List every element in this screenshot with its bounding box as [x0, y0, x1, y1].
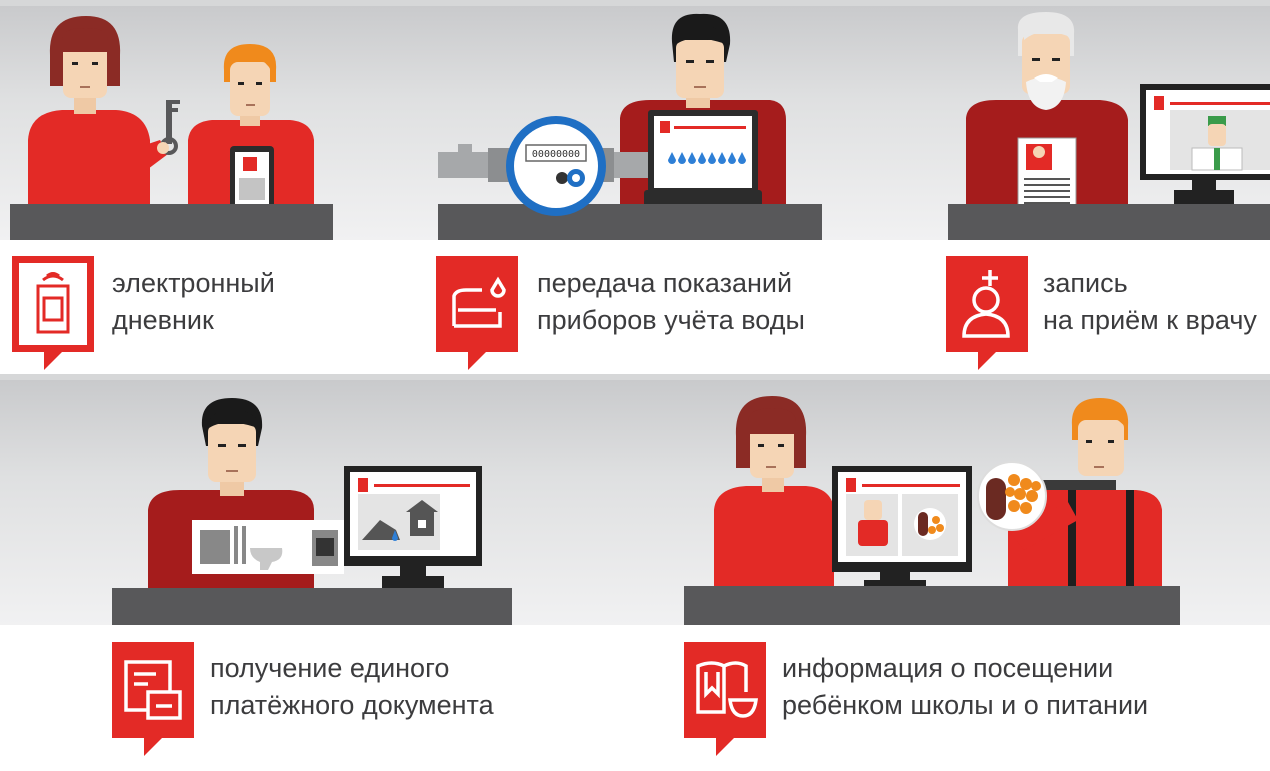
desk [948, 204, 1270, 240]
caption-line: на приём к врачу [1043, 305, 1257, 335]
payment-illustration [112, 398, 512, 625]
water-meter-illustration: 00000000 [438, 13, 822, 240]
school-id-card-icon [12, 256, 94, 370]
desk [684, 586, 1180, 625]
caption-line: электронный [112, 268, 275, 298]
payment-document-icon [112, 642, 194, 756]
caption-line: платёжного документа [210, 690, 494, 720]
doctor-icon [946, 256, 1028, 370]
school-illustration [684, 396, 1180, 625]
caption-line: приборов учёта воды [537, 305, 805, 335]
diary-illustration [10, 16, 333, 240]
caption-line: запись [1043, 268, 1128, 298]
caption-line: передача показаний [537, 268, 793, 298]
doctor-illustration [948, 12, 1270, 240]
desk [10, 204, 333, 240]
desk [438, 204, 822, 240]
desk [112, 588, 512, 625]
caption-school-info: информация о посещении ребёнком школы и … [782, 650, 1148, 724]
caption-line: информация о посещении [782, 653, 1114, 683]
caption-line: ребёнком школы и о питании [782, 690, 1149, 720]
caption-payment-document: получение единого платёжного документа [210, 650, 494, 724]
book-and-bowl-icon [684, 642, 766, 756]
caption-line: дневник [112, 305, 214, 335]
caption-doctor-appointment: запись на приём к врачу [1043, 265, 1257, 339]
meter-reading: 00000000 [532, 149, 580, 160]
water-meter-icon [436, 256, 518, 370]
caption-water-meter: передача показаний приборов учёта воды [537, 265, 805, 339]
caption-electronic-diary: электронный дневник [112, 265, 275, 339]
caption-line: получение единого [210, 653, 450, 683]
